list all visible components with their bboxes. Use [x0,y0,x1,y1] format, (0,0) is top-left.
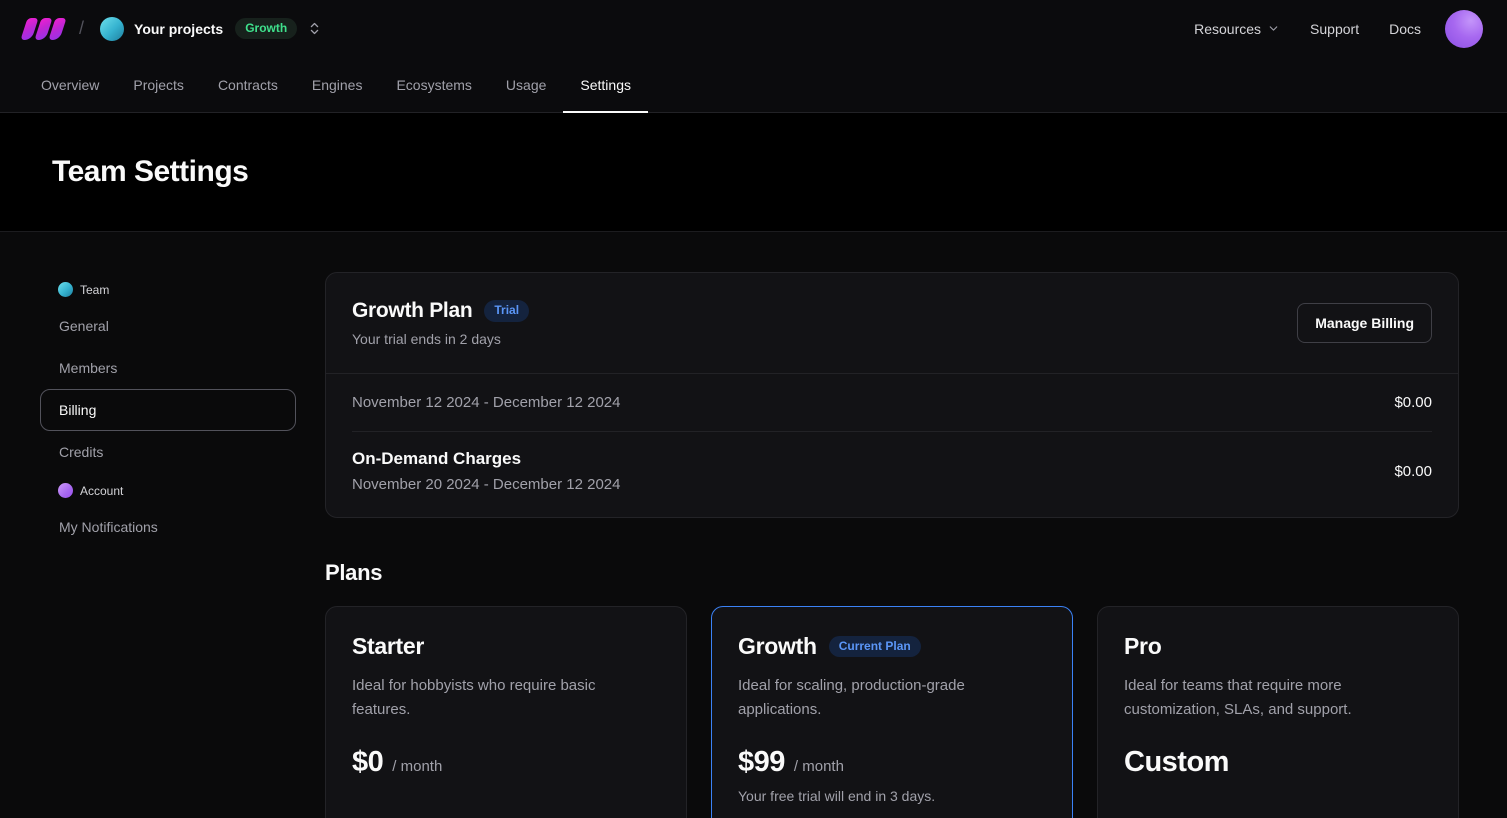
manage-billing-button[interactable]: Manage Billing [1297,303,1432,343]
sidebar-item-credits[interactable]: Credits [40,431,296,473]
page-title: Team Settings [52,155,248,189]
current-plan-title: Growth Plan [352,299,472,323]
sidebar-item-members[interactable]: Members [40,347,296,389]
current-plan-badge: Current Plan [829,636,921,658]
sidebar-item-my-notifications[interactable]: My Notifications [40,506,296,548]
docs-label: Docs [1389,21,1421,37]
team-switcher-unfold-icon[interactable] [307,21,322,36]
plans-heading: Plans [325,560,1459,586]
billing-main: Growth Plan Trial Your trial ends in 2 d… [325,272,1459,818]
sidebar-group-account: Account [40,475,296,506]
plan-trial-note: Your free trial will end in 3 days. [738,788,1046,804]
docs-link[interactable]: Docs [1389,21,1421,37]
plan-period: / month [794,758,844,775]
sidebar-group-team-label: Team [80,283,109,297]
billing-period-row: November 12 2024 - December 12 2024 $0.0… [326,373,1458,431]
plans-grid: Starter Ideal for hobbyists who require … [325,606,1459,818]
tab-contracts[interactable]: Contracts [201,57,295,112]
tab-overview[interactable]: Overview [24,57,116,112]
plan-name: Starter [352,633,424,660]
on-demand-charges-row: On-Demand Charges November 20 2024 - Dec… [326,431,1458,517]
sidebar-group-team: Team [40,274,296,305]
tab-ecosystems[interactable]: Ecosystems [379,57,488,112]
top-bar: / Your projects Growth Resources Support… [0,0,1507,57]
chevron-down-icon [1267,22,1280,35]
breadcrumb-separator: / [79,18,84,39]
on-demand-charges-amount: $0.00 [1394,463,1432,480]
billing-amount: $0.00 [1394,394,1432,411]
resources-label: Resources [1194,21,1261,37]
team-plan-badge: Growth [235,18,297,40]
plan-name: Growth [738,633,817,660]
tab-settings[interactable]: Settings [563,57,648,112]
plan-price: Custom [1124,746,1229,779]
user-avatar[interactable] [1445,10,1483,48]
on-demand-charges-period: November 20 2024 - December 12 2024 [352,476,621,493]
top-nav: Resources Support Docs [1194,21,1421,37]
team-avatar-icon [58,282,73,297]
plan-description: Ideal for hobbyists who require basic fe… [352,674,652,722]
plan-price: $99 [738,746,785,779]
billing-card-header: Growth Plan Trial Your trial ends in 2 d… [326,273,1458,373]
sidebar-item-general[interactable]: General [40,305,296,347]
page-header: Team Settings [0,113,1507,232]
on-demand-charges-title: On-Demand Charges [352,449,621,469]
billing-summary-card: Growth Plan Trial Your trial ends in 2 d… [325,272,1459,518]
team-avatar[interactable] [100,17,124,41]
plan-price: $0 [352,746,383,779]
resources-menu[interactable]: Resources [1194,21,1280,37]
sidebar-group-account-label: Account [80,484,123,498]
account-avatar-icon [58,483,73,498]
support-label: Support [1310,21,1359,37]
tab-usage[interactable]: Usage [489,57,563,112]
thirdweb-logo-icon[interactable] [24,18,63,40]
plan-card-pro: Pro Ideal for teams that require more cu… [1097,606,1459,818]
plan-card-starter: Starter Ideal for hobbyists who require … [325,606,687,818]
support-link[interactable]: Support [1310,21,1359,37]
plan-description: Ideal for scaling, production-grade appl… [738,674,1038,722]
billing-period: November 12 2024 - December 12 2024 [352,394,621,411]
primary-tab-bar: Overview Projects Contracts Engines Ecos… [0,57,1507,113]
plan-description: Ideal for teams that require more custom… [1124,674,1424,722]
plan-card-growth: Growth Current Plan Ideal for scaling, p… [711,606,1073,818]
content-area: Team General Members Billing Credits Acc… [0,232,1507,818]
tab-projects[interactable]: Projects [116,57,201,112]
team-name[interactable]: Your projects [134,21,223,37]
plan-name: Pro [1124,633,1161,660]
trial-badge: Trial [484,300,529,322]
sidebar-item-billing[interactable]: Billing [40,389,296,431]
plan-period: / month [392,758,442,775]
settings-sidebar: Team General Members Billing Credits Acc… [40,272,296,818]
tab-engines[interactable]: Engines [295,57,380,112]
trial-ends-note: Your trial ends in 2 days [352,331,529,347]
